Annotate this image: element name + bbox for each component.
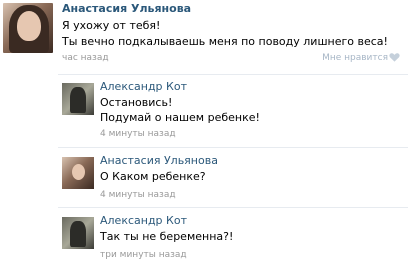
post-text-line-1: Я ухожу от тебя! (62, 19, 161, 32)
comment-divider (58, 147, 408, 148)
comment-text-line-1: Так ты не беременна?! (100, 230, 234, 243)
comment-timestamp[interactable]: три минуты назад (100, 250, 187, 260)
comment-item: Александр Кот Так ты не беременна?! три … (58, 214, 408, 274)
comment-author-name[interactable]: Александр Кот (100, 80, 187, 93)
comment-author-name[interactable]: Анастасия Ульянова (100, 154, 218, 167)
post-text-line-2: Ты вечно подкалываешь меня по поводу лиш… (62, 35, 388, 48)
commenter-avatar[interactable] (62, 217, 94, 249)
post-author-name[interactable]: Анастасия Ульянова (62, 2, 191, 15)
avatar-figure (72, 164, 85, 180)
commenter-avatar[interactable] (62, 157, 94, 189)
comment-timestamp[interactable]: 4 минуты назад (100, 190, 176, 200)
author-avatar[interactable] (3, 3, 53, 53)
avatar-face (17, 11, 41, 41)
avatar-figure (70, 221, 86, 247)
comment-timestamp[interactable]: 4 минуты назад (100, 129, 176, 139)
comment-item: Анастасия Ульянова О Каком ребенке? 4 ми… (58, 154, 408, 214)
comment-item: Александр Кот Остановись! Подумай о наше… (58, 80, 408, 140)
commenter-avatar[interactable] (62, 83, 94, 115)
comment-text-line-1: Остановись! (100, 96, 173, 109)
heart-icon[interactable] (389, 52, 400, 63)
wall-post: Анастасия Ульянова Я ухожу от тебя! Ты в… (0, 0, 410, 70)
avatar-figure (70, 87, 86, 113)
comment-author-name[interactable]: Александр Кот (100, 214, 187, 227)
comment-text-line-2: Подумай о нашем ребенке! (100, 111, 260, 124)
comment-divider (58, 207, 408, 208)
comment-text-line-1: О Каком ребенке? (100, 170, 206, 183)
comment-divider (58, 74, 408, 75)
like-button[interactable]: Мне нравится (322, 53, 388, 63)
post-timestamp[interactable]: час назад (62, 53, 109, 63)
